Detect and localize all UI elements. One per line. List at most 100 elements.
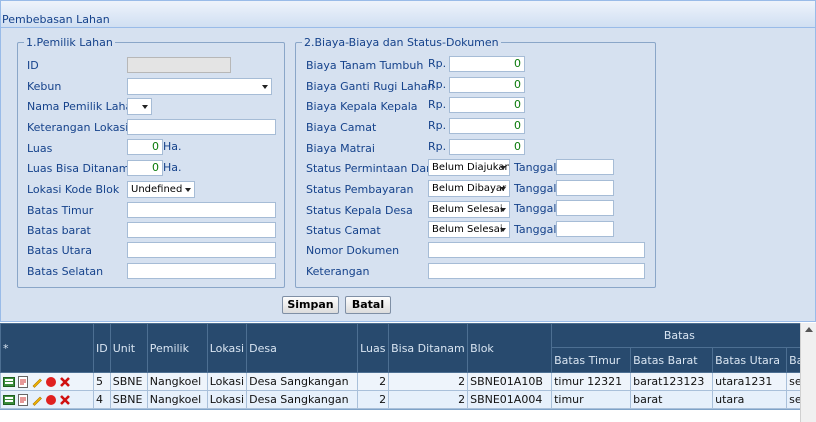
keterangan-field[interactable] bbox=[428, 263, 645, 279]
tanggal-camat-field[interactable] bbox=[556, 221, 614, 237]
status-camat-value: Belum Selesai bbox=[432, 224, 503, 235]
batas-selatan-label: Batas Selatan bbox=[27, 265, 104, 278]
status-pembayaran-value: Belum Dibayar bbox=[432, 183, 507, 194]
status-kepala-desa-value: Belum Selesai bbox=[432, 204, 503, 215]
record-icon[interactable] bbox=[45, 376, 57, 388]
batas-barat-field[interactable] bbox=[127, 222, 276, 238]
status-permintaan-value: Belum Diajukan bbox=[432, 162, 510, 173]
col-lokasi[interactable]: Lokasi bbox=[206, 323, 248, 373]
col-batas-timur[interactable]: Batas Timur bbox=[551, 347, 632, 373]
record-icon[interactable] bbox=[45, 394, 57, 406]
col-batas-barat[interactable]: Batas Barat bbox=[630, 347, 714, 373]
batas-timur-field[interactable] bbox=[127, 202, 276, 218]
detail-icon[interactable] bbox=[3, 376, 15, 388]
col-blok[interactable]: Blok bbox=[467, 323, 553, 373]
simpan-button[interactable]: Simpan bbox=[282, 296, 339, 314]
chevron-down-icon bbox=[262, 85, 268, 89]
delete-icon[interactable] bbox=[59, 376, 71, 388]
luas-unit: Ha. bbox=[163, 140, 182, 153]
table-row[interactable]: 5 SBNE Nangkoel Lokasi Desa Sangkangan 2… bbox=[0, 372, 808, 391]
col-unit[interactable]: Unit bbox=[109, 323, 148, 373]
col-luas[interactable]: Luas bbox=[357, 323, 390, 373]
panel-title: Pembebasan Lahan bbox=[2, 13, 110, 26]
cell-blok: SBNE01A10B bbox=[467, 372, 553, 391]
biaya-camat-label: Biaya Camat bbox=[306, 121, 377, 134]
cell-luas: 2 bbox=[357, 390, 390, 409]
keterangan-lokasi-label: Keterangan Lokasi bbox=[27, 121, 129, 134]
status-kepala-desa-label: Status Kepala Desa bbox=[306, 204, 413, 217]
nomor-dokumen-label: Nomor Dokumen bbox=[306, 244, 400, 257]
tanggal-kepala-desa-field[interactable] bbox=[556, 200, 614, 216]
cell-lokasi: Lokasi bbox=[206, 390, 248, 409]
batal-button[interactable]: Batal bbox=[345, 296, 391, 314]
report-icon[interactable] bbox=[17, 376, 29, 388]
batas-utara-field[interactable] bbox=[127, 242, 276, 258]
biaya-tanam-field[interactable]: 0 bbox=[449, 56, 525, 72]
biaya-matrai-field[interactable]: 0 bbox=[449, 139, 525, 155]
cell-bisa-ditanam: 2 bbox=[388, 390, 469, 409]
biaya-ganti-rugi-field[interactable]: 0 bbox=[449, 77, 525, 93]
cell-unit: SBNE bbox=[109, 390, 148, 409]
chevron-down-icon bbox=[500, 208, 506, 212]
batas-barat-label: Batas barat bbox=[27, 224, 91, 237]
col-pemilik[interactable]: Pemilik bbox=[146, 323, 208, 373]
tanggal-label: Tanggal bbox=[514, 161, 557, 174]
table-row[interactable]: 4 SBNE Nangkoel Lokasi Desa Sangkangan 2… bbox=[0, 390, 808, 409]
col-batas-utara[interactable]: Batas Utara bbox=[712, 347, 788, 373]
cell-batas-utara: utara bbox=[712, 390, 788, 409]
luas-bisa-ditanam-field[interactable]: 0 bbox=[127, 160, 163, 176]
horizontal-scrollbar[interactable] bbox=[0, 409, 800, 422]
keterangan-lokasi-field[interactable] bbox=[127, 119, 276, 135]
chevron-down-icon bbox=[142, 105, 148, 109]
col-desa[interactable]: Desa bbox=[246, 323, 359, 373]
pemilik-lahan-legend: 1.Pemilik Lahan bbox=[26, 36, 113, 49]
cell-desa: Desa Sangkangan bbox=[246, 390, 359, 409]
nomor-dokumen-field[interactable] bbox=[428, 242, 645, 258]
chevron-down-icon bbox=[500, 187, 506, 191]
scroll-up-icon[interactable] bbox=[805, 327, 813, 332]
cell-luas: 2 bbox=[357, 372, 390, 391]
col-id[interactable]: ID bbox=[93, 323, 111, 373]
cell-batas-timur: timur bbox=[551, 390, 632, 409]
biaya-kepala-label: Biaya Kepala Kepala bbox=[306, 100, 418, 113]
nama-pemilik-select[interactable] bbox=[127, 98, 152, 115]
batas-selatan-field[interactable] bbox=[127, 263, 276, 279]
report-icon[interactable] bbox=[17, 394, 29, 406]
col-star[interactable]: * bbox=[0, 323, 94, 373]
kebun-select[interactable] bbox=[127, 78, 272, 95]
biaya-kepala-field[interactable]: 0 bbox=[449, 97, 525, 113]
cell-pemilik: Nangkoel bbox=[146, 390, 208, 409]
chevron-down-icon bbox=[500, 228, 506, 232]
nama-pemilik-label: Nama Pemilik Lahan bbox=[27, 100, 140, 113]
status-pembayaran-label: Status Pembayaran bbox=[306, 183, 414, 196]
vertical-scrollbar[interactable] bbox=[800, 323, 816, 422]
status-permintaan-select[interactable]: Belum Diajukan bbox=[428, 159, 510, 176]
cell-pemilik: Nangkoel bbox=[146, 372, 208, 391]
batas-utara-label: Batas Utara bbox=[27, 244, 92, 257]
delete-icon[interactable] bbox=[59, 394, 71, 406]
cell-batas-barat: barat bbox=[630, 390, 714, 409]
col-group-batas: Batas bbox=[551, 323, 808, 348]
status-camat-select[interactable]: Belum Selesai bbox=[428, 221, 510, 238]
cell-bisa-ditanam: 2 bbox=[388, 372, 469, 391]
status-permintaan-label: Status Permintaan Dana bbox=[306, 162, 440, 175]
biaya-camat-field[interactable]: 0 bbox=[449, 118, 525, 134]
cell-batas-utara: utara1231 bbox=[712, 372, 788, 391]
col-bisa-ditanam[interactable]: Bisa Ditanam bbox=[388, 323, 469, 373]
pembebasan-lahan-panel: Pembebasan Lahan 1.Pemilik Lahan ID Kebu… bbox=[0, 0, 816, 322]
keterangan-label: Keterangan bbox=[306, 265, 370, 278]
tanggal-pembayaran-field[interactable] bbox=[556, 180, 614, 196]
detail-icon[interactable] bbox=[3, 394, 15, 406]
lokasi-kode-blok-select[interactable]: Undefined bbox=[127, 181, 195, 198]
luas-field[interactable]: 0 bbox=[127, 139, 163, 155]
cell-desa: Desa Sangkangan bbox=[246, 372, 359, 391]
tanggal-permintaan-field[interactable] bbox=[556, 159, 614, 175]
status-pembayaran-select[interactable]: Belum Dibayar bbox=[428, 180, 510, 197]
edit-icon[interactable] bbox=[31, 376, 43, 388]
id-field[interactable] bbox=[127, 57, 231, 73]
tanggal-label: Tanggal bbox=[514, 202, 557, 215]
edit-icon[interactable] bbox=[31, 394, 43, 406]
tanggal-label: Tanggal bbox=[514, 182, 557, 195]
status-kepala-desa-select[interactable]: Belum Selesai bbox=[428, 201, 510, 218]
panel-header: Pembebasan Lahan bbox=[1, 1, 815, 28]
